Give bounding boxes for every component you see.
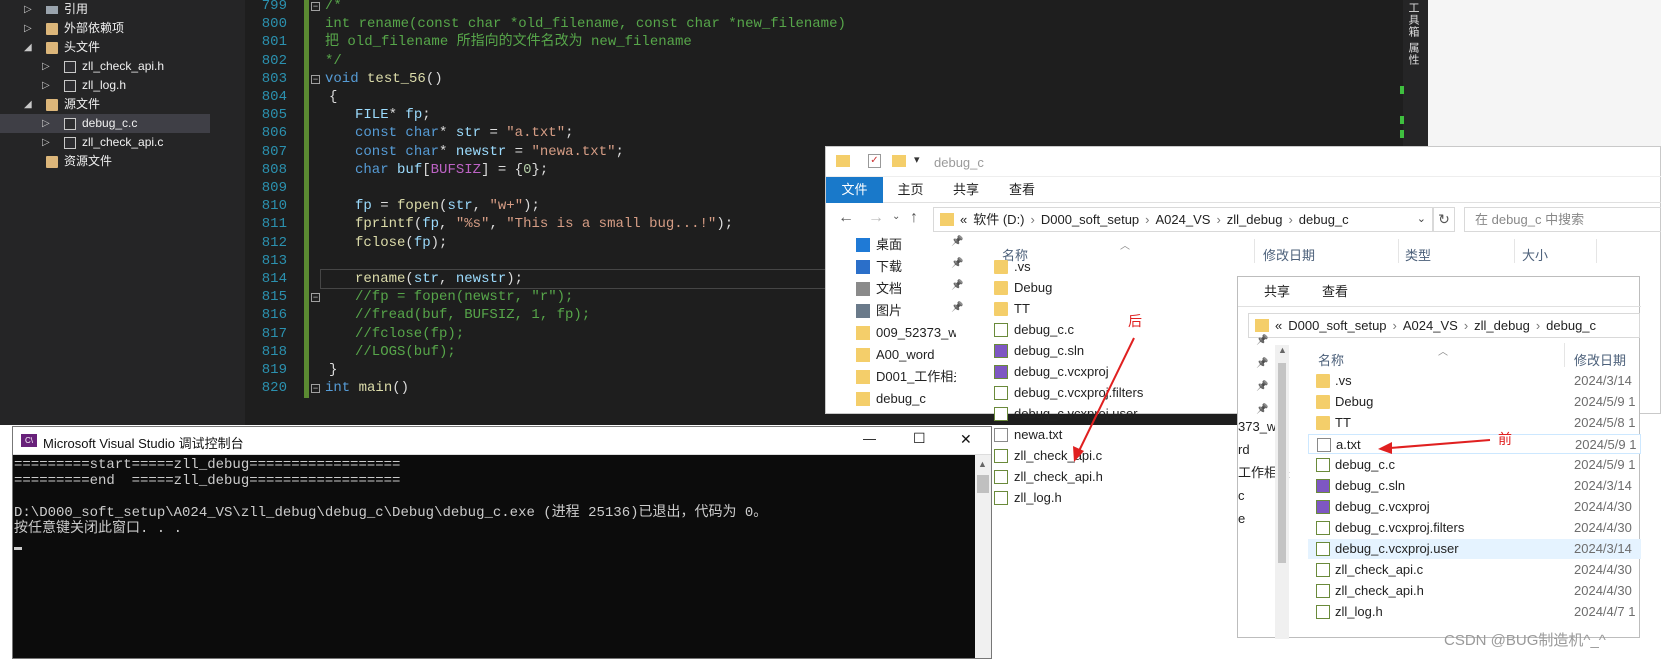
arrow-after-head (1073, 446, 1084, 462)
annotation-arrows (1073, 337, 1491, 462)
watermark: CSDN @BUG制造机^_^ (1444, 632, 1606, 649)
arrow-before (1389, 439, 1491, 449)
arrow-after (1077, 337, 1135, 454)
annotation-after: 后 (1128, 313, 1142, 329)
arrow-before-head (1378, 442, 1392, 454)
annotation-before: 前 (1498, 431, 1512, 447)
